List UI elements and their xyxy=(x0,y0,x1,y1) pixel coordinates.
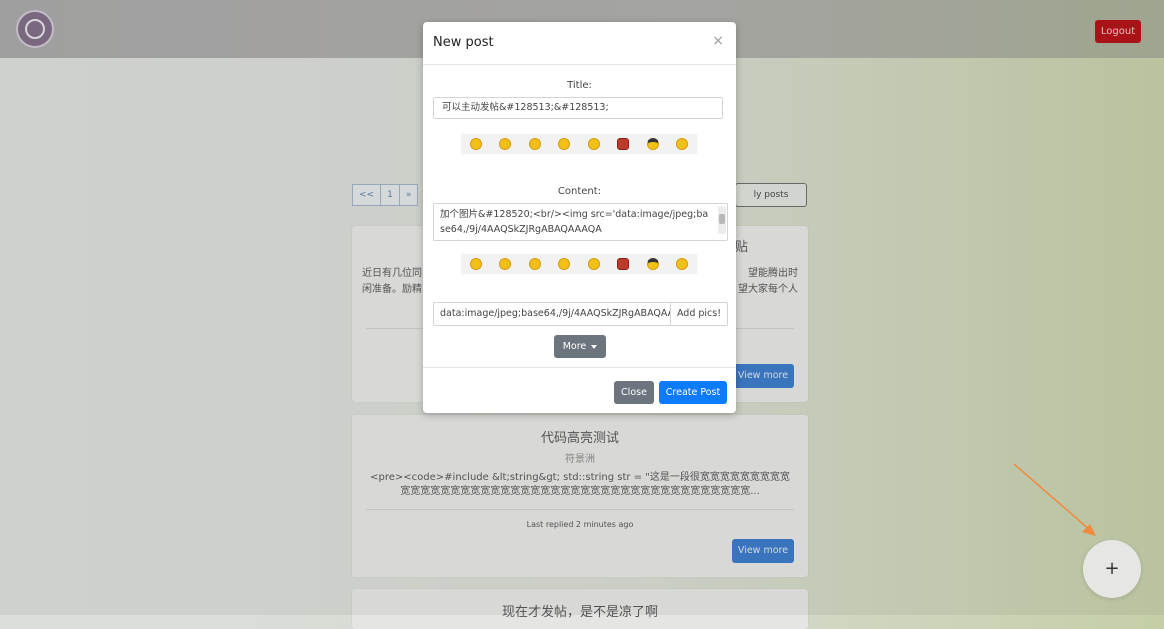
emoji-devil-icon[interactable] xyxy=(617,138,630,150)
close-icon[interactable]: × xyxy=(712,33,724,49)
modal-header: New post × xyxy=(423,22,736,65)
caret-down-icon xyxy=(591,344,598,349)
emoji-wink-icon[interactable] xyxy=(587,258,600,270)
emoji-grin-icon[interactable] xyxy=(469,138,482,150)
content-label: Content: xyxy=(557,186,602,197)
modal-title: New post xyxy=(433,35,494,50)
content-textarea[interactable]: 加个图片&#128520;<br/><img src='data:image/j… xyxy=(433,203,728,241)
emoji-wink-icon[interactable] xyxy=(587,138,600,150)
emoji-happy-icon[interactable] xyxy=(676,138,689,150)
emoji-devil-icon[interactable] xyxy=(617,258,630,270)
more-dropdown-button[interactable]: More xyxy=(554,335,606,358)
emoji-smile-icon[interactable] xyxy=(499,258,512,270)
title-input[interactable]: 可以主动发帖&#128513;&#128513; xyxy=(433,97,723,119)
new-post-modal: New post × Title: 可以主动发帖&#128513;&#12851… xyxy=(423,22,736,413)
new-post-fab-button[interactable]: + xyxy=(1083,540,1141,598)
emoji-grin-icon[interactable] xyxy=(469,258,482,270)
close-button[interactable]: Close xyxy=(614,381,654,404)
emoji-happy-icon[interactable] xyxy=(676,258,689,270)
scrollbar-thumb[interactable] xyxy=(719,214,725,224)
emoji-surprised-icon[interactable] xyxy=(558,258,571,270)
picture-input-group: data:image/jpeg;base64,/9j/4AAQSkZJRgABA… xyxy=(433,302,728,326)
more-label: More xyxy=(562,341,587,352)
content-text: 加个图片&#128520;<br/><img src='data:image/j… xyxy=(440,209,709,235)
emoji-laugh-icon[interactable] xyxy=(528,138,541,150)
emoji-surprised-icon[interactable] xyxy=(558,138,571,150)
add-pics-button[interactable]: Add pics! xyxy=(670,302,728,326)
title-emoji-picker xyxy=(461,134,697,154)
emoji-laugh-icon[interactable] xyxy=(528,258,541,270)
annotation-arrow-icon xyxy=(1013,463,1096,536)
emoji-sunglasses-icon[interactable] xyxy=(646,258,659,270)
create-post-button[interactable]: Create Post xyxy=(659,381,727,404)
textarea-scrollbar[interactable] xyxy=(718,206,726,234)
content-emoji-picker xyxy=(461,254,697,274)
title-label: Title: xyxy=(567,80,592,91)
emoji-smile-icon[interactable] xyxy=(499,138,512,150)
emoji-sunglasses-icon[interactable] xyxy=(646,138,659,150)
modal-footer: Close Create Post xyxy=(423,367,736,413)
picture-url-input[interactable]: data:image/jpeg;base64,/9j/4AAQSkZJRgABA… xyxy=(433,302,670,326)
